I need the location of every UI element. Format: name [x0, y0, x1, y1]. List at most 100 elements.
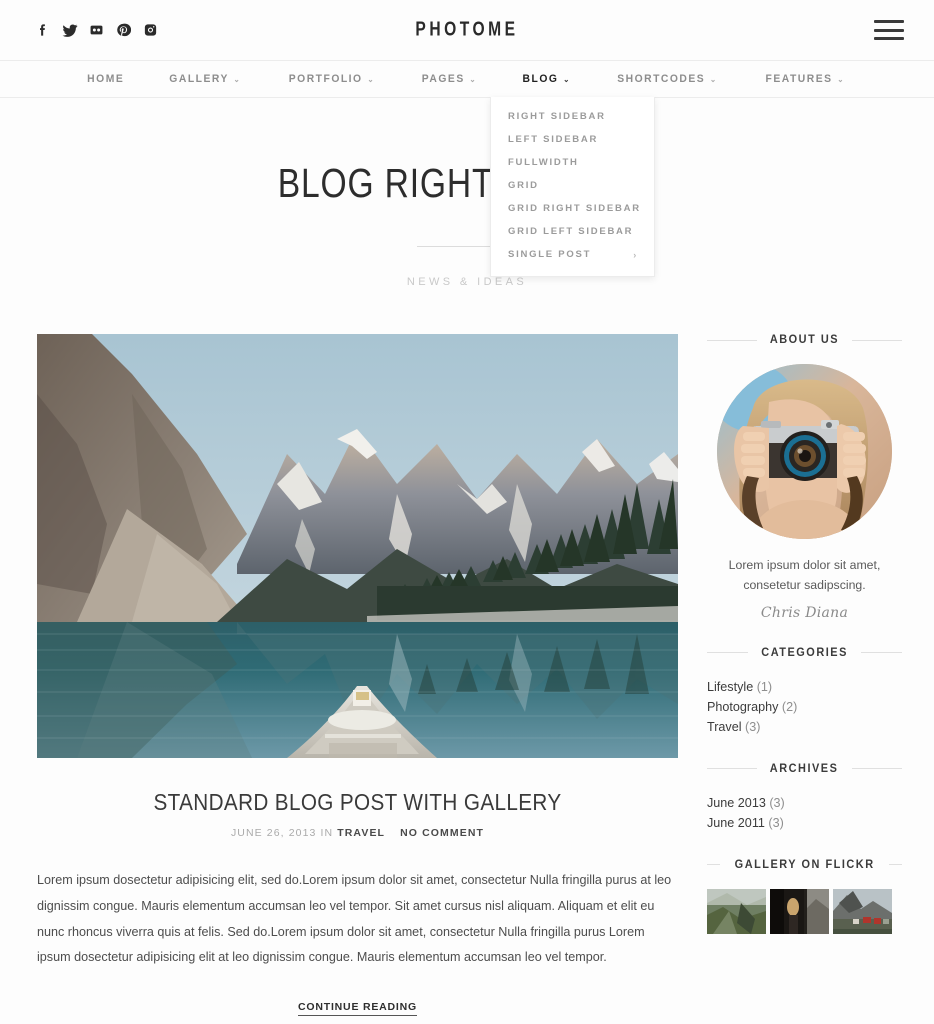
category-name: Photography [707, 699, 779, 714]
rule-right [889, 864, 902, 866]
rule-right [851, 768, 903, 770]
dropdown-label: GRID LEFT SIDEBAR [508, 226, 634, 237]
post-category[interactable]: TRAVEL [337, 827, 385, 839]
fishing-village-thumb [833, 888, 892, 934]
widget-about-us: ABOUT US Lorem ipsum dolor sit amet, con… [707, 334, 903, 621]
category-name: Travel [707, 719, 742, 734]
dropdown-item-right-sidebar[interactable]: RIGHT SIDEBAR [491, 105, 654, 128]
list-item[interactable]: Travel (3) [707, 717, 902, 737]
category-count: (1) [756, 679, 773, 694]
rule-left [707, 339, 758, 341]
widget-title: GALLERY ON FLICKR [734, 858, 875, 871]
dropdown-item-grid-right-sidebar[interactable]: GRID RIGHT SIDEBAR [491, 197, 654, 220]
pinterest-icon[interactable] [115, 22, 132, 39]
nav-item-home[interactable]: HOME [67, 73, 144, 85]
sidebar: ABOUT US Lorem ipsum dolor sit amet, con… [707, 334, 903, 1016]
rule-right [851, 339, 903, 341]
flickr-thumbnail-3[interactable] [833, 888, 892, 934]
dark-doorway-thumb [770, 888, 829, 934]
category-list: Lifestyle (1) Photography (2) Travel (3) [707, 677, 902, 737]
post-featured-image[interactable] [37, 334, 678, 758]
chevron-down-icon: ⌄ [710, 75, 719, 84]
page-header: BLOG RIGHT SIDEBAR NEWS & IDEAS [0, 98, 934, 289]
archive-list: June 2013 (3) June 2011 (3) [707, 793, 902, 833]
facebook-icon[interactable] [34, 22, 51, 39]
dropdown-item-left-sidebar[interactable]: LEFT SIDEBAR [491, 128, 654, 151]
chevron-right-icon: › [633, 249, 638, 260]
dropdown-label: GRID [508, 180, 539, 191]
dropdown-item-fullwidth[interactable]: FULLWIDTH [491, 151, 654, 174]
widget-header: GALLERY ON FLICKR [707, 859, 902, 871]
menu-icon[interactable] [874, 20, 904, 40]
post-meta: JUNE 26, 2013 IN TRAVEL NO COMMENT [37, 827, 678, 839]
top-bar: PHOTOME [0, 0, 934, 60]
chevron-down-icon: ⌄ [367, 75, 376, 84]
post-excerpt: Lorem ipsum dosectetur adipisicing elit,… [37, 873, 672, 965]
nav-item-portfolio[interactable]: PORTFOLIO ⌄ [269, 73, 395, 85]
blog-dropdown-menu: RIGHT SIDEBAR LEFT SIDEBAR FULLWIDTH GRI… [490, 97, 655, 277]
archive-count: (3) [769, 795, 785, 810]
rule-left [707, 652, 748, 654]
photographer-portrait-illustration [717, 364, 892, 539]
dropdown-item-grid[interactable]: GRID [491, 174, 654, 197]
misty-hillside-thumb [707, 888, 766, 934]
twitter-icon[interactable] [61, 22, 78, 39]
post-comment-count[interactable]: NO COMMENT [400, 827, 484, 839]
flickr-thumbnail-1[interactable] [707, 888, 766, 934]
flickr-thumbnail-2[interactable] [770, 888, 829, 934]
archive-name: June 2013 [707, 795, 766, 810]
list-item[interactable]: June 2013 (3) [707, 793, 902, 813]
dropdown-item-single-post[interactable]: SINGLE POST › [491, 243, 654, 266]
nav-label: SHORTCODES [617, 73, 706, 85]
rule-left [707, 768, 758, 770]
nav-item-blog[interactable]: BLOG ⌄ [503, 73, 591, 85]
menu-bar-1 [874, 20, 904, 23]
dropdown-label: FULLWIDTH [508, 157, 579, 168]
dropdown-label: LEFT SIDEBAR [508, 134, 599, 145]
list-item[interactable]: Lifestyle (1) [707, 677, 902, 697]
widget-header: ARCHIVES [707, 762, 903, 775]
nav-item-features[interactable]: FEATURES ⌄ [746, 73, 865, 85]
widget-title: CATEGORIES [761, 646, 848, 659]
nav-item-gallery[interactable]: GALLERY ⌄ [150, 73, 262, 85]
post-date: JUNE 26, 2013 [230, 827, 317, 839]
chevron-down-icon: ⌄ [563, 75, 571, 84]
chevron-down-icon: ⌄ [233, 75, 242, 84]
widget-title: ABOUT US [769, 334, 840, 346]
page-subtitle: NEWS & IDEAS [406, 276, 528, 288]
archive-name: June 2011 [707, 815, 765, 830]
menu-bar-2 [874, 28, 904, 32]
main-column: STANDARD BLOG POST WITH GALLERY JUNE 26,… [37, 334, 678, 1017]
nav-item-pages[interactable]: PAGES ⌄ [402, 73, 497, 85]
nav-list: HOME GALLERY ⌄ PORTFOLIO ⌄ PAGES ⌄ BLOG … [65, 73, 869, 85]
chevron-down-icon: ⌄ [469, 75, 478, 84]
category-count: (2) [781, 699, 798, 714]
menu-bar-3 [874, 37, 904, 40]
dropdown-label: RIGHT SIDEBAR [508, 111, 606, 122]
dropdown-item-grid-left-sidebar[interactable]: GRID LEFT SIDEBAR [491, 220, 654, 243]
about-text: Lorem ipsum dolor sit amet, consetetur s… [707, 555, 902, 596]
nav-label: PAGES [421, 73, 465, 85]
lake-canoe-illustration [37, 334, 678, 758]
post-title[interactable]: STANDARD BLOG POST WITH GALLERY [69, 789, 646, 816]
category-name: Lifestyle [707, 679, 754, 694]
chevron-down-icon: ⌄ [837, 75, 846, 84]
nav-label: HOME [87, 73, 125, 85]
social-links [34, 22, 159, 39]
widget-header: CATEGORIES [707, 647, 902, 659]
site-logo[interactable]: PHOTOME [415, 19, 518, 42]
instagram-icon[interactable] [142, 22, 159, 39]
widget-flickr-gallery: GALLERY ON FLICKR [707, 859, 902, 934]
archive-count: (3) [768, 815, 784, 830]
nav-label: BLOG [522, 73, 559, 85]
widget-title: ARCHIVES [770, 762, 839, 775]
flickr-icon[interactable] [88, 22, 105, 39]
list-item[interactable]: June 2011 (3) [707, 813, 902, 833]
list-item[interactable]: Photography (2) [707, 697, 902, 717]
nav-item-shortcodes[interactable]: SHORTCODES ⌄ [598, 73, 738, 85]
nav-label: FEATURES [765, 73, 833, 85]
flickr-thumbnail-grid [707, 888, 902, 934]
continue-reading-link[interactable]: CONTINUE READING [298, 1001, 417, 1017]
content-wrapper: STANDARD BLOG POST WITH GALLERY JUNE 26,… [0, 334, 934, 1017]
main-navigation: HOME GALLERY ⌄ PORTFOLIO ⌄ PAGES ⌄ BLOG … [0, 60, 934, 98]
